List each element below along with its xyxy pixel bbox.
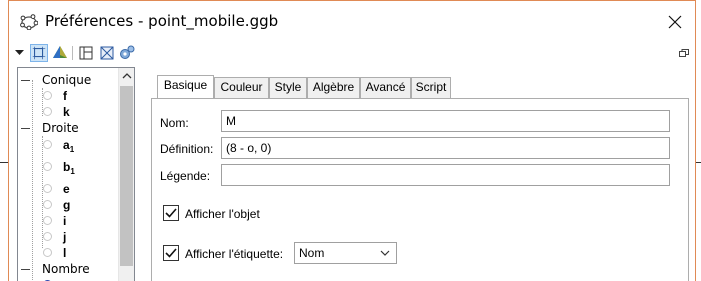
scrollbar-thumb[interactable]: [120, 86, 133, 266]
tree-item-f[interactable]: f: [18, 88, 122, 104]
tree-item-subscript: 1: [69, 145, 75, 154]
definition-label: Définition:: [160, 142, 214, 156]
tree-item-a1[interactable]: a1: [18, 137, 122, 154]
scroll-up-icon[interactable]: [122, 72, 132, 80]
label-mode-select[interactable]: Nom: [294, 242, 397, 264]
visibility-radio-icon[interactable]: [43, 140, 52, 149]
name-field[interactable]: M: [221, 110, 670, 132]
geogebra-app-icon: [20, 14, 38, 30]
tree-item-subscript: 1: [70, 167, 75, 176]
name-label: Nom:: [160, 116, 189, 130]
tree-item-j[interactable]: j: [18, 229, 122, 245]
visibility-radio-icon[interactable]: [43, 200, 52, 209]
graphics-view-icon[interactable]: [30, 44, 48, 62]
visibility-radio-icon[interactable]: [43, 162, 52, 171]
visibility-radio-icon[interactable]: [43, 184, 52, 193]
show-object-label: Afficher l'objet: [185, 207, 260, 221]
tab-script[interactable]: Script: [411, 77, 451, 98]
visibility-radio-icon[interactable]: [43, 216, 52, 225]
3d-view-icon[interactable]: [51, 44, 69, 62]
toolbar-separator: [72, 46, 73, 60]
show-label-label: Afficher l'étiquette:: [185, 247, 284, 261]
tab-algebre[interactable]: Algèbre: [307, 77, 360, 98]
tree-group-conique[interactable]: Conique: [18, 72, 122, 88]
visibility-radio-icon[interactable]: [43, 232, 52, 241]
tree-item-e[interactable]: e: [18, 181, 122, 197]
show-label-checkbox[interactable]: [163, 245, 179, 261]
show-object-checkbox[interactable]: [163, 205, 179, 221]
tab-avance[interactable]: Avancé: [360, 77, 411, 98]
title-bar: Préférences - point_mobile.ggb: [9, 1, 695, 43]
caption-label: Légende:: [160, 169, 211, 183]
style-toolbar: [9, 43, 695, 63]
checkmark-icon: [165, 208, 177, 218]
tree-group-droite[interactable]: Droite: [18, 120, 122, 136]
settings-gear-icon[interactable]: [118, 44, 136, 62]
chevron-down-icon: [380, 250, 390, 256]
grid-icon[interactable]: [98, 44, 116, 62]
tree-item-b1[interactable]: b1: [18, 159, 122, 176]
collapse-icon[interactable]: [21, 128, 30, 129]
visibility-radio-icon[interactable]: [43, 248, 52, 257]
tab-couleur[interactable]: Couleur: [214, 77, 269, 98]
tree-item-label: a: [63, 138, 70, 152]
object-tree: Conique f k Droite a1 b1 e g i j l Nombr…: [17, 67, 135, 281]
tree-group-nombre[interactable]: Nombre: [18, 261, 122, 277]
window-title: Préférences - point_mobile.ggb: [45, 12, 279, 30]
visibility-radio-icon[interactable]: [43, 107, 52, 116]
collapse-icon[interactable]: [21, 269, 30, 270]
tree-item-k[interactable]: k: [18, 104, 122, 120]
restore-icon[interactable]: [679, 49, 689, 57]
visibility-radio-icon[interactable]: [43, 91, 52, 100]
collapse-icon[interactable]: [21, 80, 30, 81]
tab-content-basique: Nom: M Définition: (8 - o, 0) Légende: A…: [151, 98, 689, 281]
tab-basique[interactable]: Basique: [157, 75, 214, 99]
definition-field[interactable]: (8 - o, 0): [221, 137, 670, 159]
tree-item-l[interactable]: l: [18, 245, 122, 261]
properties-panel: Basique Couleur Style Algèbre Avancé Scr…: [151, 67, 689, 281]
close-icon[interactable]: [665, 12, 685, 32]
tab-style[interactable]: Style: [269, 77, 307, 98]
layout-icon[interactable]: [77, 44, 95, 62]
caption-field[interactable]: [221, 164, 670, 186]
checkmark-icon: [165, 248, 177, 258]
tree-item-g[interactable]: g: [18, 197, 122, 213]
menu-triangle-icon[interactable]: [12, 44, 30, 62]
tree-item-i[interactable]: i: [18, 213, 122, 229]
tree-item-o[interactable]: o: [18, 277, 122, 281]
label-mode-value: Nom: [299, 246, 325, 260]
tree-scrollbar[interactable]: [118, 68, 134, 281]
preferences-window: Préférences - point_mobile.ggb Conique f…: [8, 0, 696, 281]
